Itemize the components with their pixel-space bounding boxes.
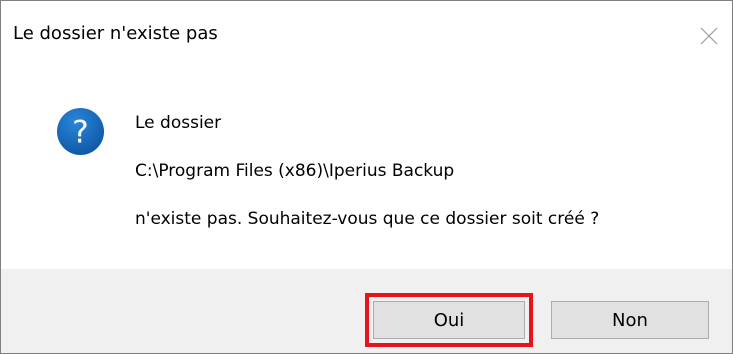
- dialog-content: ? Le dossier C:\Program Files (x86)\Iper…: [1, 73, 732, 269]
- message-line-3: n'existe pas. Souhaitez-vous que ce doss…: [135, 209, 600, 229]
- folder-not-found-dialog: Le dossier n'existe pas ? Le dossier C:\…: [0, 0, 733, 354]
- close-button[interactable]: [686, 1, 732, 71]
- dialog-button-bar: Oui Non: [1, 269, 732, 353]
- message-folder-path: C:\Program Files (x86)\Iperius Backup: [135, 161, 455, 181]
- message-line-1: Le dossier: [135, 113, 222, 133]
- close-icon: [700, 27, 718, 45]
- no-button[interactable]: Non: [551, 301, 709, 339]
- question-icon: ?: [56, 107, 105, 156]
- yes-button[interactable]: Oui: [373, 301, 525, 339]
- dialog-titlebar: Le dossier n'existe pas: [1, 1, 732, 73]
- svg-text:?: ?: [72, 114, 89, 150]
- dialog-title: Le dossier n'existe pas: [13, 23, 218, 44]
